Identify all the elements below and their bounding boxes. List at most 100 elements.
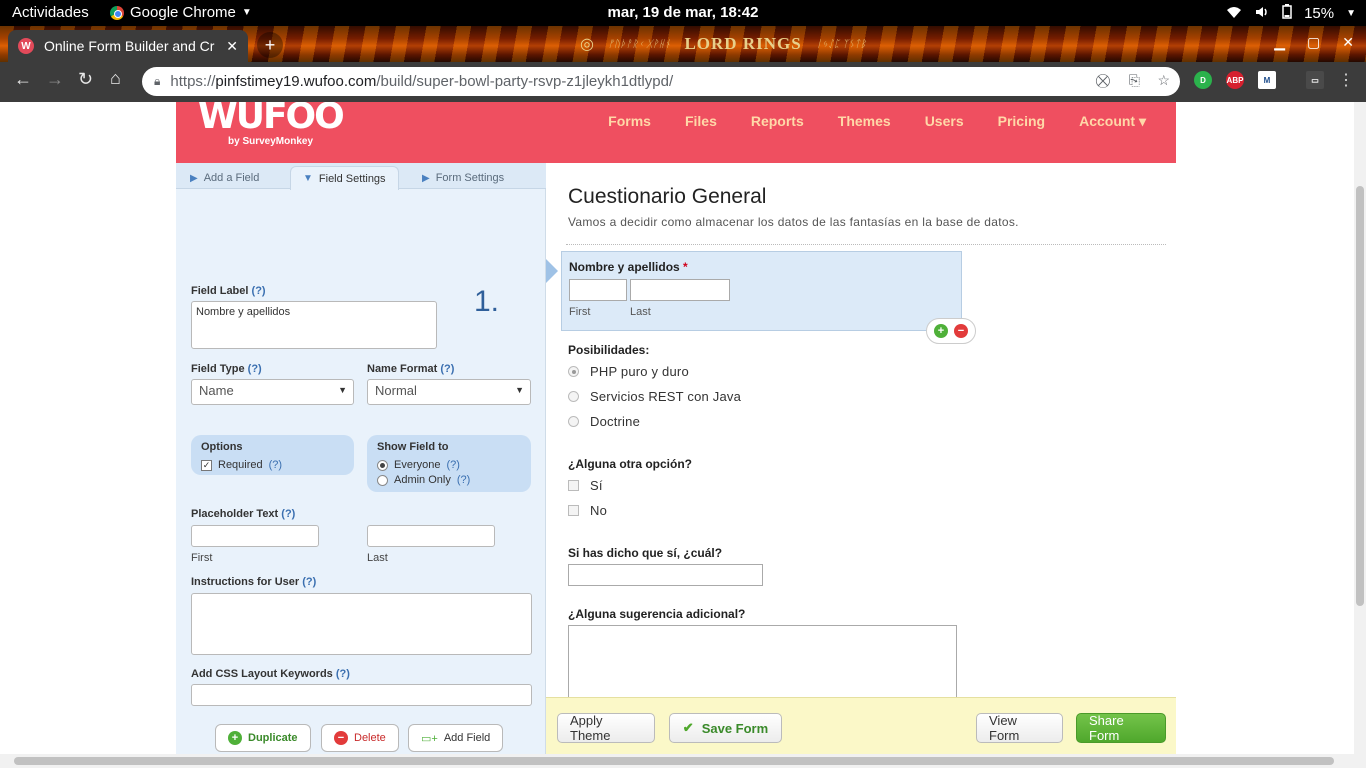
extension-m-icon[interactable]: M [1258,71,1276,89]
q3-label[interactable]: Si has dicho que sí, ¿cuál? [568,546,722,560]
blocked-popup-icon[interactable]: ⛒ [1096,72,1110,89]
add-field-button[interactable]: ▭+ Add Field [408,724,504,752]
nav-reports[interactable]: Reports [751,113,804,130]
name-field-label: Nombre y apellidos * [569,260,688,274]
vertical-scrollbar[interactable] [1354,102,1366,754]
name-format-select[interactable]: Normal ▼ [367,379,531,405]
extension-cast-icon[interactable]: ▭ [1306,71,1324,89]
save-form-button[interactable]: ✔ Save Form [669,713,782,743]
nav-themes[interactable]: Themes [838,113,891,130]
instructions-textarea[interactable] [191,593,532,655]
home-icon[interactable]: ⌂ [110,68,121,89]
nav-account[interactable]: Account ▾ [1079,113,1146,130]
selected-name-field[interactable]: Nombre y apellidos * First Last [561,251,962,331]
nav-files[interactable]: Files [685,113,717,130]
field-label-input[interactable]: Nombre y apellidos [191,301,437,349]
radio-icon [568,391,579,402]
bookmark-star-icon[interactable]: ☆ [1157,72,1170,89]
nav-forms[interactable]: Forms [608,113,651,130]
tab-form-settings[interactable]: ▶ Form Settings [410,167,516,189]
label-text: Placeholder Text [191,508,279,520]
chrome-icon [110,5,124,20]
tab-add-field[interactable]: ▶ Add a Field [178,167,271,189]
reload-icon[interactable]: ↻ [78,69,93,90]
horizontal-scrollbar[interactable] [0,754,1366,768]
check-icon: ✔ [682,720,694,735]
form-description[interactable]: Vamos a decidir como almacenar los datos… [568,215,1019,229]
duplicate-button[interactable]: + Duplicate [215,724,311,752]
last-name-input[interactable] [630,279,730,301]
placeholder-first-input[interactable] [191,525,319,547]
system-top-bar: Actividades Google Chrome ▼ mar, 19 de m… [0,0,1366,26]
help-link[interactable]: (?) [281,508,295,520]
wifi-icon [1226,5,1242,23]
extension-d-icon[interactable]: D [1194,71,1212,89]
help-link[interactable]: (?) [269,459,282,471]
forward-icon[interactable]: → [46,69,64,90]
field-type-select[interactable]: Name ▼ [191,379,354,405]
help-link[interactable]: (?) [440,363,454,375]
q3-input[interactable] [568,564,763,586]
first-name-input[interactable] [569,279,627,301]
translate-icon[interactable]: ⎘ [1129,72,1140,89]
label-text: Instructions for User [191,576,300,588]
help-link[interactable]: (?) [457,474,470,486]
wufoo-logo[interactable]: WUFOO [198,102,345,137]
share-form-button[interactable]: Share Form [1076,713,1166,743]
q4-label[interactable]: ¿Alguna sugerencia adicional? [568,607,745,621]
q4-textarea[interactable] [568,625,957,699]
radio-icon [568,366,579,377]
q1-option[interactable]: Servicios REST con Java [568,389,741,404]
help-link[interactable]: (?) [302,576,316,588]
remove-field-icon[interactable]: − [954,324,968,338]
activities-button[interactable]: Actividades [12,4,89,21]
q2-option[interactable]: No [568,503,607,518]
tab-field-settings[interactable]: ▼ Field Settings [290,166,399,190]
browser-tab[interactable]: W Online Form Builder and Cr ✕ [8,30,248,62]
help-link[interactable]: (?) [252,285,266,297]
app-menu[interactable]: Google Chrome ▼ [110,4,252,21]
nav-users[interactable]: Users [925,113,964,130]
adblock-plus-icon[interactable]: ABP [1226,71,1244,89]
everyone-label: Everyone [394,459,441,471]
maximize-icon[interactable]: ▢ [1307,34,1320,51]
placeholder-last-input[interactable] [367,525,495,547]
select-value: Normal [375,383,417,398]
admin-only-radio[interactable] [377,474,388,486]
help-link[interactable]: (?) [248,363,262,375]
menu-kebab-icon[interactable]: ⋮ [1338,70,1354,90]
tab-label: Field Settings [318,172,386,185]
chevron-down-icon: ▼ [241,7,252,18]
required-checkbox[interactable]: ✓ [201,459,212,471]
q2-option[interactable]: Sí [568,478,603,493]
view-form-button[interactable]: View Form [976,713,1063,743]
extensions: D ABP M ▭ ⋮ [1194,70,1354,90]
delete-button[interactable]: − Delete [321,724,399,752]
placeholder-first-label: First [191,552,213,564]
url-host: pinfstimey19.wufoo.com [215,73,377,90]
add-field-icon[interactable]: + [934,324,948,338]
q1-option[interactable]: Doctrine [568,414,640,429]
address-bar[interactable]: 🔒︎ https://pinfstimey19.wufoo.com/build/… [142,67,1180,96]
everyone-radio[interactable] [377,459,388,471]
minimize-icon[interactable]: ▁ [1274,34,1285,51]
q2-label[interactable]: ¿Alguna otra opción? [568,457,692,471]
options-title: Options [201,441,243,453]
help-link[interactable]: (?) [336,668,350,680]
q1-label[interactable]: Posibilidades: [568,343,649,357]
option-label: Sí [590,478,603,493]
apply-theme-button[interactable]: Apply Theme [557,713,655,743]
system-tray[interactable]: 15% ▼ [1226,4,1356,23]
clock[interactable]: mar, 19 de mar, 18:42 [608,4,759,21]
back-icon[interactable]: ← [14,69,32,90]
new-tab-button[interactable]: + [257,32,283,58]
q1-option[interactable]: PHP puro y duro [568,364,689,379]
form-title[interactable]: Cuestionario General [568,185,766,209]
theme-banner: ◎ ᚠᚢᚦᚨᚱᚲ ᚷᚹᚺᚾ LORD RINGS ᛁᛃᛇᛈ ᛉᛊᛏᛒ [580,30,866,58]
nav-pricing[interactable]: Pricing [998,113,1045,130]
css-keywords-input[interactable] [191,684,532,706]
help-link[interactable]: (?) [446,459,459,471]
close-icon[interactable]: ✕ [226,38,238,55]
close-window-icon[interactable]: ✕ [1342,34,1354,51]
form-action-bar: Apply Theme ✔ Save Form View Form Share … [546,697,1176,754]
